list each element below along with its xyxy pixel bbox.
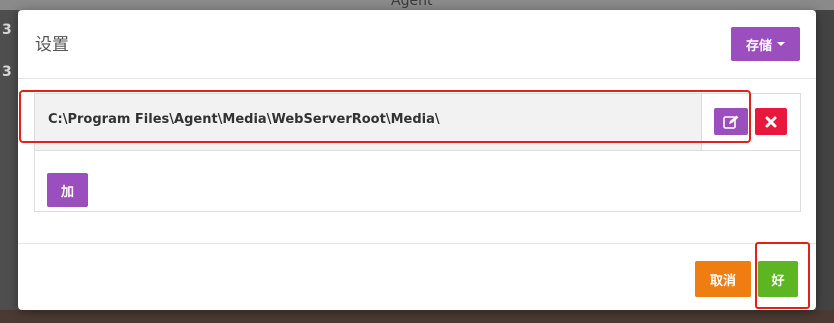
- background-right-strip: [816, 10, 834, 323]
- dialog-footer: 取消 好: [18, 243, 816, 311]
- background-glyph: 3: [2, 64, 12, 80]
- background-window-title: Agent: [391, 0, 433, 9]
- caret-down-icon: [777, 42, 785, 46]
- close-icon: [765, 116, 777, 127]
- cancel-button[interactable]: 取消: [695, 261, 751, 297]
- delete-path-button[interactable]: [755, 108, 787, 135]
- background-window-bar: Agent: [0, 0, 834, 10]
- dialog-title: 设置: [35, 35, 69, 55]
- background-bottom-strip: [0, 310, 834, 323]
- save-dropdown-button[interactable]: 存储: [731, 27, 800, 61]
- settings-dialog: 设置 存储 C:\Program Files\Agent\Media\WebSe…: [18, 10, 816, 310]
- ok-button-highlight: [755, 242, 810, 309]
- background-glyph: 3: [2, 22, 12, 38]
- save-button-label: 存储: [745, 38, 772, 54]
- dialog-header: 设置 存储: [18, 10, 816, 79]
- background-left-strip: 3 3: [0, 10, 18, 323]
- add-path-button[interactable]: 加: [47, 173, 88, 207]
- path-row-highlight: [19, 90, 751, 143]
